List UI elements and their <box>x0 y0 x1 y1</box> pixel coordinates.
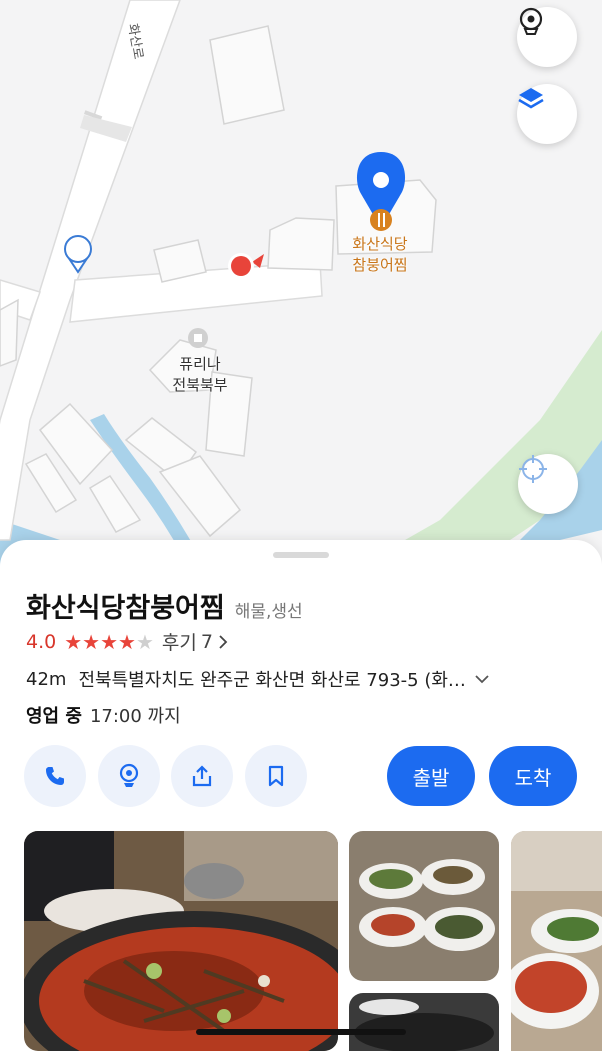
crosshair-icon <box>519 455 547 483</box>
share-button[interactable] <box>171 745 233 807</box>
photo-grill[interactable] <box>349 993 499 1051</box>
home-indicator[interactable] <box>196 1029 406 1035</box>
map-view[interactable]: 화산로 퓨리나 전북북부 화산식당 참붕어찜 <box>0 0 602 600</box>
locate-me-button[interactable] <box>518 454 578 514</box>
rating-row: 4.0 ★ ★ ★ ★ ★ 후기 7 <box>26 628 229 655</box>
share-icon <box>192 765 212 787</box>
food-photo-grill <box>349 993 499 1051</box>
address: 전북특별자치도 완주군 화산면 화산로 793-5 (화… <box>78 670 466 691</box>
star-filled-icon: ★ <box>100 629 119 654</box>
call-button[interactable] <box>24 745 86 807</box>
food-photo-banchan <box>349 831 499 981</box>
reviews-label: 후기 <box>161 632 197 654</box>
photo-side-dishes[interactable] <box>349 831 499 981</box>
star-filled-icon: ★ <box>64 629 83 654</box>
layers-icon <box>518 88 544 109</box>
poi-label[interactable]: 화산식당 참붕어찜 <box>330 234 430 276</box>
arrive-button[interactable]: 도착 <box>489 746 577 806</box>
building-label[interactable]: 퓨리나 전북북부 <box>148 354 252 396</box>
map-pin-icon <box>119 763 139 787</box>
star-rating: ★ ★ ★ ★ ★ <box>64 632 154 652</box>
save-button[interactable] <box>245 745 307 807</box>
road-label-container: 화산로 <box>100 23 170 61</box>
bookmark-icon <box>268 765 284 787</box>
place-name: 화산식당참붕어찜 <box>26 593 225 624</box>
open-hours: 17:00 까지 <box>89 706 181 727</box>
photo-main[interactable] <box>24 831 338 1051</box>
street-view-button[interactable] <box>517 7 577 67</box>
place-category: 해물,생선 <box>234 602 303 622</box>
star-filled-icon: ★ <box>82 629 101 654</box>
food-photo-stew <box>24 831 338 1051</box>
star-empty-icon: ★ <box>135 629 154 654</box>
distance: 42m <box>26 668 67 690</box>
reviews-link[interactable]: 후기 7 <box>162 628 229 655</box>
place-sheet[interactable]: 화산식당참붕어찜 해물,생선 4.0 ★ ★ ★ ★ ★ 후기 7 42m 전북특별자치… <box>0 540 602 1051</box>
address-row[interactable]: 42m 전북특별자치도 완주군 화산면 화산로 793-5 (화… <box>26 666 586 692</box>
star-filled-icon: ★ <box>118 629 136 654</box>
layers-button[interactable] <box>517 84 577 144</box>
chevron-down-icon[interactable] <box>474 673 490 685</box>
status-row: 영업 중 17:00 까지 <box>26 702 181 728</box>
chevron-right-icon <box>219 634 228 649</box>
title-row: 화산식당참붕어찜 해물,생선 <box>26 586 303 625</box>
reviews-count: 7 <box>200 630 213 653</box>
depart-button[interactable]: 출발 <box>387 746 475 806</box>
sheet-grabber[interactable] <box>273 552 329 558</box>
photo-kimchi[interactable] <box>511 831 602 1051</box>
map-pin-button[interactable] <box>98 745 160 807</box>
rating-value: 4.0 <box>26 630 57 653</box>
phone-icon <box>46 767 64 785</box>
map-canvas <box>0 0 602 600</box>
open-status: 영업 중 <box>26 706 82 727</box>
street-view-icon <box>519 7 543 35</box>
food-photo-kimchi <box>511 831 602 1051</box>
